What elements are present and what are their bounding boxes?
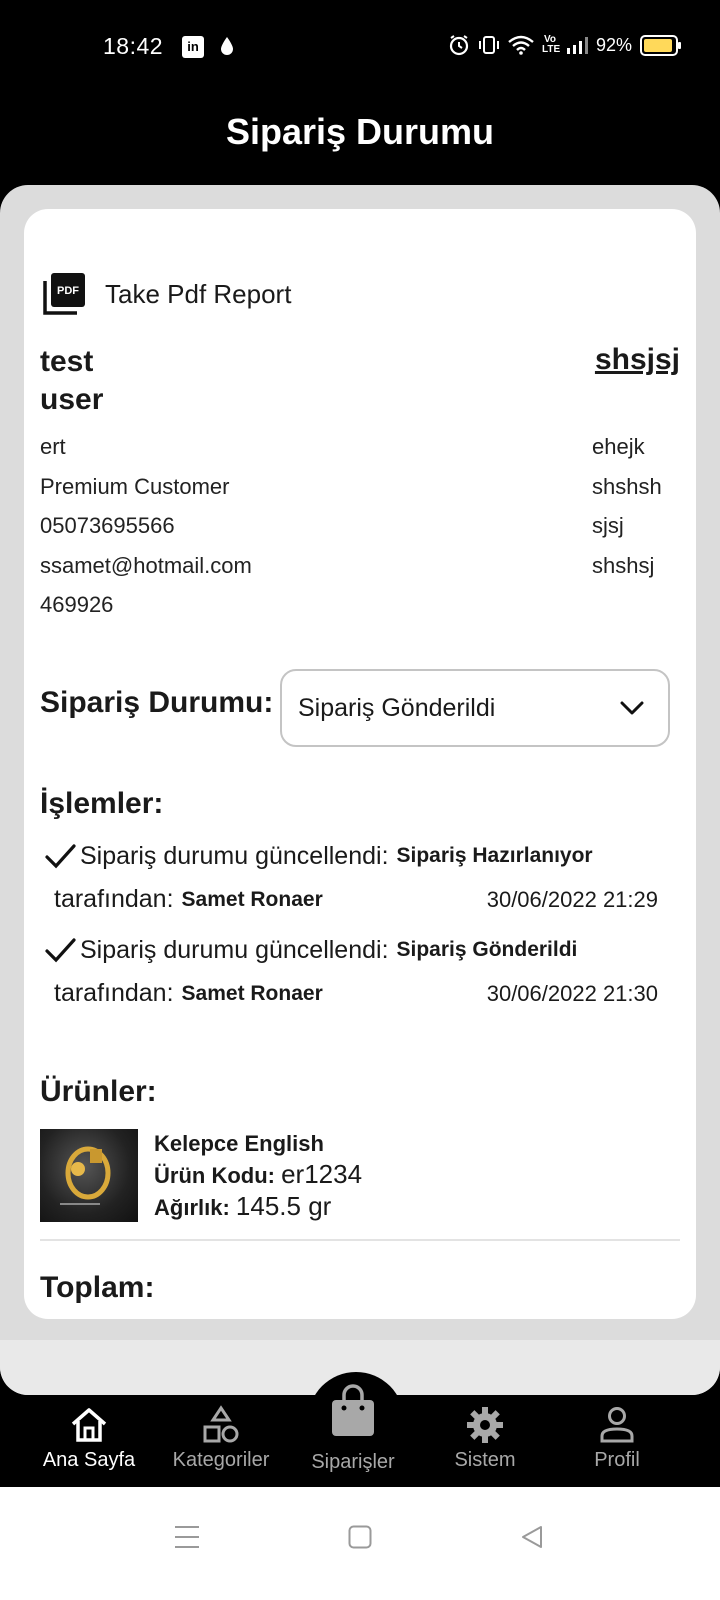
battery-percent: 92% bbox=[595, 34, 632, 55]
chevron-down-icon bbox=[620, 701, 644, 715]
log-by-label: tarafından: bbox=[54, 979, 174, 1007]
product-code-label: Ürün Kodu: bbox=[154, 1163, 275, 1188]
products-title: Ürünler: bbox=[40, 1075, 157, 1108]
log-text: Sipariş durumu güncellendi: bbox=[80, 935, 389, 964]
check-icon bbox=[45, 844, 76, 869]
product-name: Kelepce English bbox=[154, 1131, 324, 1156]
battery-icon bbox=[640, 34, 681, 56]
status-icons: Vo LTE 92% bbox=[448, 34, 681, 56]
shopping-bag-icon bbox=[332, 1384, 374, 1436]
vibrate-icon bbox=[478, 36, 499, 54]
log-status: Sipariş Hazırlanıyor bbox=[396, 844, 593, 867]
nav-label: Siparişler bbox=[311, 1451, 395, 1473]
home-square-icon[interactable] bbox=[348, 1525, 372, 1549]
product-item[interactable]: Kelepce English Ürün Kodu: er1234 Ağırlı… bbox=[40, 1129, 362, 1223]
order-status-label: Sipariş Durumu: bbox=[40, 686, 274, 719]
battery-fill bbox=[644, 38, 672, 52]
log-entry: Sipariş durumu güncellendi: Sipariş Gönd… bbox=[44, 935, 664, 1008]
nav-item-system[interactable]: Sistem bbox=[420, 1395, 550, 1472]
product-code: er1234 bbox=[281, 1159, 363, 1189]
info-line: Premium Customer bbox=[40, 473, 230, 499]
info-line: ehejk bbox=[592, 434, 645, 459]
customer-name: test user bbox=[40, 345, 104, 416]
pdf-report-label: Take Pdf Report bbox=[105, 278, 292, 309]
info-line: shshsj bbox=[592, 552, 655, 578]
volte-label: Vo LTE bbox=[541, 34, 561, 55]
order-card[interactable]: PDF Take Pdf Report test user shsjsj ert… bbox=[24, 209, 696, 1319]
nav-label: Ana Sayfa bbox=[42, 1449, 136, 1471]
shapes-icon bbox=[203, 1405, 239, 1443]
bottom-nav: Ana Sayfa Kategoriler Siparişler Sistem … bbox=[0, 1384, 720, 1487]
log-entry: Sipariş durumu güncellendi: Sipariş Hazı… bbox=[44, 841, 664, 914]
order-status-dropdown[interactable]: Sipariş Gönderildi bbox=[280, 669, 670, 747]
nav-label: Profil bbox=[594, 1449, 640, 1471]
nav-item-categories[interactable]: Kategoriler bbox=[156, 1395, 286, 1472]
droplet-icon bbox=[221, 37, 233, 55]
info-line: shshsh bbox=[592, 473, 662, 499]
menu-icon[interactable] bbox=[174, 1525, 200, 1549]
wifi-icon bbox=[508, 35, 534, 55]
log-date: 30/06/2022 21:29 bbox=[486, 886, 658, 912]
customer-info-right: ehejk shshsh sjsj shshsj bbox=[592, 427, 672, 585]
log-text: Sipariş durumu güncellendi: bbox=[80, 841, 389, 870]
email-line: ssamet@hotmail.com bbox=[40, 552, 252, 578]
signal-icon bbox=[566, 37, 588, 54]
page-title: Sipariş Durumu bbox=[225, 111, 495, 152]
check-icon bbox=[45, 938, 76, 963]
linkedin-icon: in bbox=[182, 36, 204, 58]
total-title: Toplam: bbox=[40, 1271, 155, 1304]
bracelet-image bbox=[60, 1146, 111, 1205]
product-weight-label: Ağırlık: bbox=[154, 1195, 230, 1220]
log-by-user: Samet Ronaer bbox=[181, 981, 323, 1005]
person-icon bbox=[600, 1407, 634, 1443]
svg-text:PDF: PDF bbox=[57, 285, 79, 297]
nav-item-home[interactable]: Ana Sayfa bbox=[24, 1395, 154, 1472]
info-line: 469926 bbox=[40, 592, 114, 617]
system-navigation-bar bbox=[0, 1487, 720, 1600]
product-weight: 145.5 gr bbox=[235, 1191, 332, 1221]
gear-icon bbox=[467, 1407, 503, 1443]
divider bbox=[40, 1239, 680, 1241]
home-icon bbox=[71, 1408, 107, 1442]
customer-info-left: ert Premium Customer 05073695566 ssamet@… bbox=[40, 427, 252, 625]
log-by-label: tarafından: bbox=[54, 885, 174, 913]
nav-label: Kategoriler bbox=[172, 1449, 270, 1471]
app-header: Sipariş Durumu bbox=[0, 95, 720, 185]
order-status-value: Sipariş Gönderildi bbox=[298, 693, 496, 722]
info-line: sjsj bbox=[592, 513, 624, 538]
pdf-report-button[interactable]: PDF Take Pdf Report bbox=[43, 273, 291, 315]
status-bar: 18:42 in Vo LTE 92% bbox=[0, 0, 720, 95]
status-time: 18:42 bbox=[103, 33, 164, 59]
nav-item-orders[interactable]: Siparişler bbox=[288, 1373, 418, 1474]
operations-title: İşlemler: bbox=[40, 787, 164, 820]
info-line: ert bbox=[40, 434, 66, 459]
nav-item-profile[interactable]: Profil bbox=[552, 1395, 682, 1472]
alarm-icon bbox=[449, 35, 469, 56]
phone-line: 05073695566 bbox=[40, 513, 175, 538]
product-image bbox=[40, 1129, 138, 1222]
log-status: Sipariş Gönderildi bbox=[396, 938, 578, 961]
log-by-user: Samet Ronaer bbox=[181, 887, 323, 911]
log-date: 30/06/2022 21:30 bbox=[486, 980, 658, 1006]
pdf-icon: PDF bbox=[43, 273, 85, 315]
nav-label: Sistem bbox=[454, 1449, 516, 1471]
customer-right-title[interactable]: shsjsj bbox=[595, 343, 680, 377]
back-triangle-icon[interactable] bbox=[520, 1525, 544, 1549]
